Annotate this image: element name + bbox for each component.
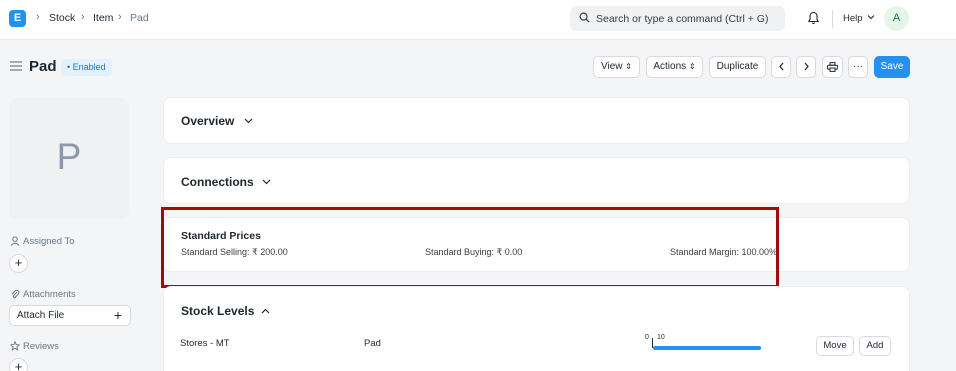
search-icon (579, 12, 590, 23)
bell-icon[interactable] (807, 11, 820, 25)
status-badge: • Enabled (61, 59, 112, 76)
connections-section[interactable]: Connections (163, 157, 910, 204)
overview-title: Overview (181, 114, 235, 128)
print-button[interactable] (822, 56, 843, 78)
chevron-left-icon (778, 62, 783, 71)
stock-bar-max: 10 (657, 334, 665, 341)
page-title: Pad (29, 58, 57, 75)
highlight-box (161, 207, 779, 288)
add-assignee-button[interactable]: + (9, 254, 28, 273)
next-button[interactable] (796, 56, 816, 78)
attach-file-label: Attach File (17, 310, 65, 321)
reviews-label: Reviews (23, 341, 59, 352)
sort-icon: ⇕ (625, 62, 632, 71)
user-icon (10, 236, 20, 246)
stock-levels-title[interactable]: Stock Levels (181, 304, 254, 318)
warehouse-name[interactable]: Stores - MT (180, 338, 230, 349)
plus-icon: + (113, 307, 122, 323)
top-navbar: E › Stock › Item › Pad Search or type a … (0, 0, 956, 40)
stock-item-name[interactable]: Pad (364, 338, 381, 349)
breadcrumb-pad[interactable]: Pad (130, 12, 149, 24)
save-button[interactable]: Save (874, 56, 910, 78)
attachments-heading: Attachments (10, 289, 76, 300)
stock-bar-min: 0 (645, 334, 649, 341)
chevron-right-icon: › (81, 11, 85, 23)
item-image-placeholder[interactable]: P (9, 98, 129, 219)
chevron-down-icon (262, 179, 271, 185)
assigned-to-label: Assigned To (23, 236, 75, 247)
add-review-button[interactable]: + (9, 358, 28, 371)
printer-icon (827, 62, 838, 72)
paperclip-icon (11, 289, 20, 299)
attach-file-button[interactable]: Attach File + (9, 305, 131, 326)
stock-levels-section: Stock Levels (163, 286, 910, 371)
view-label: View (601, 61, 623, 72)
chevron-right-icon: › (36, 11, 40, 23)
chevron-down-icon (867, 15, 875, 20)
attachments-label: Attachments (23, 289, 76, 300)
divider (832, 10, 833, 28)
chevron-up-icon[interactable] (261, 308, 270, 314)
app-logo[interactable]: E (9, 10, 26, 27)
help-label: Help (843, 13, 863, 24)
breadcrumb-item[interactable]: Item (93, 12, 113, 24)
chevron-right-icon (804, 62, 809, 71)
actions-label: Actions (653, 61, 687, 72)
view-button[interactable]: View ⇕ (593, 56, 640, 78)
more-options-button[interactable]: ··· (848, 56, 868, 78)
move-button[interactable]: Move (816, 336, 854, 356)
search-bar[interactable]: Search or type a command (Ctrl + G) (570, 6, 785, 31)
chevron-right-icon: › (118, 11, 122, 23)
help-dropdown[interactable]: Help (843, 13, 875, 24)
assigned-to-heading: Assigned To (10, 236, 75, 247)
sort-icon: ⇕ (688, 62, 696, 71)
stock-level-bar (653, 346, 761, 350)
previous-button[interactable] (771, 56, 791, 78)
star-icon (9, 340, 21, 351)
add-stock-button[interactable]: Add (859, 336, 891, 356)
chevron-down-icon (244, 118, 253, 124)
search-placeholder: Search or type a command (Ctrl + G) (596, 13, 769, 25)
duplicate-button[interactable]: Duplicate (709, 56, 766, 78)
hamburger-menu-icon[interactable] (10, 61, 22, 71)
image-initial: P (56, 136, 82, 177)
actions-button[interactable]: Actions ⇕ (646, 56, 703, 78)
reviews-heading: Reviews (9, 340, 59, 352)
overview-section[interactable]: Overview (163, 97, 910, 144)
user-avatar[interactable]: A (884, 6, 909, 31)
breadcrumb-stock[interactable]: Stock (49, 12, 75, 24)
connections-title: Connections (181, 175, 254, 189)
